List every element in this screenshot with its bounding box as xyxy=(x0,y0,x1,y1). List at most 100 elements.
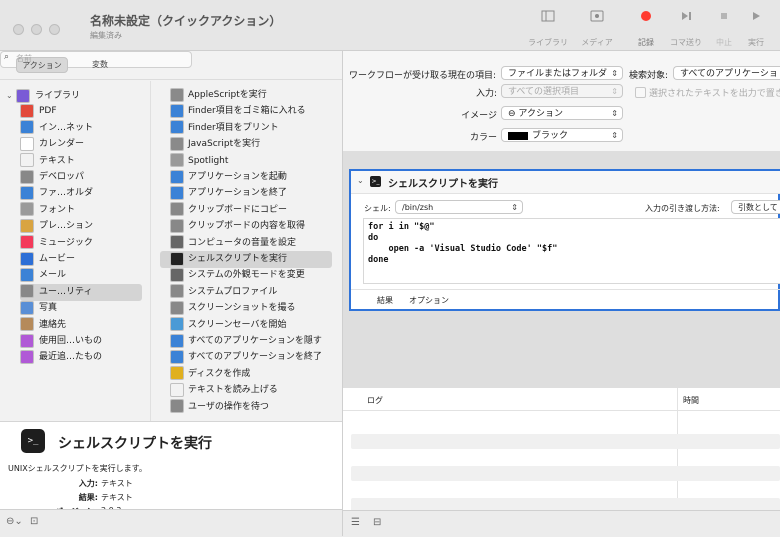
action-item[interactable]: すべてのアプリケーションを終了 xyxy=(160,349,332,366)
minimize-window-button[interactable] xyxy=(31,24,42,35)
log-header xyxy=(343,388,780,411)
script-text: for i in "$@" do open -a 'Visual Studio C… xyxy=(368,222,557,266)
log-column-header[interactable]: ログ xyxy=(367,395,383,406)
image-popup[interactable]: ⊖ アクション ⇕ xyxy=(501,106,623,120)
disclosure-icon[interactable]: ⌄ xyxy=(357,176,364,185)
record-toolbar-button[interactable]: 記録 xyxy=(624,10,668,48)
library-item[interactable]: PDF xyxy=(20,103,57,120)
library-item[interactable]: ユー…リティ xyxy=(20,283,142,301)
action-item[interactable]: アプリケーションを起動 xyxy=(160,169,332,186)
library-item[interactable]: メール xyxy=(20,267,66,284)
finder-icon xyxy=(170,103,184,118)
receives-label: ワークフローが受け取る現在の項目: xyxy=(349,71,497,81)
split-view-icon[interactable]: ⊟ xyxy=(373,517,381,528)
left-panel: アクション 変数 ⌕ 名前 ⌄ ライブラリ PDF イン…ネット カレンダー テキスト デベ… xyxy=(0,51,343,536)
action-item-label: ユーザの操作を待つ xyxy=(188,401,269,412)
action-item[interactable]: コンピュータの音量を設定 xyxy=(160,235,332,252)
action-item[interactable]: JavaScriptを実行 xyxy=(160,136,332,153)
input-popup[interactable]: すべての選択項目 ⇕ xyxy=(501,84,623,98)
chevron-updown-icon: ⇕ xyxy=(611,69,618,78)
music-icon xyxy=(20,235,34,250)
action-item[interactable]: クリップボードの内容を取得 xyxy=(160,218,332,235)
action-item[interactable]: シェルスクリプトを実行 xyxy=(160,251,332,268)
presentation-icon xyxy=(20,218,34,233)
shell-script-action[interactable]: ⌄ >_ シェルスクリプトを実行 シェル: /bin/zsh ⇕ 入力の引き渡し… xyxy=(349,169,780,311)
library-item-label: 写真 xyxy=(39,303,58,314)
action-menu-icon[interactable]: ⊖⌄ xyxy=(6,516,23,527)
action-item[interactable]: ユーザの操作を待つ xyxy=(160,399,332,416)
media-toolbar-button[interactable]: メディア xyxy=(575,10,619,48)
action-item[interactable]: テキストを読み上げる xyxy=(160,382,332,399)
pass-popup[interactable]: 引数として xyxy=(731,200,780,214)
run-toolbar-button[interactable]: 実行 xyxy=(735,10,777,48)
target-popup[interactable]: すべてのアプリケーショ xyxy=(673,66,780,80)
action-item[interactable]: システムプロファイル xyxy=(160,284,332,301)
library-item[interactable]: イン…ネット xyxy=(20,120,93,137)
library-item-label: 使用回…いもの xyxy=(39,336,103,346)
shell-label: シェル: xyxy=(364,204,391,213)
zoom-window-button[interactable] xyxy=(49,24,60,35)
action-item[interactable]: スクリーンセーバを開始 xyxy=(160,317,332,334)
action-item[interactable]: すべてのアプリケーションを隠す xyxy=(160,333,332,350)
shell-popup[interactable]: /bin/zsh ⇕ xyxy=(395,200,523,214)
action-item[interactable]: スクリーンショットを撮る xyxy=(160,300,332,317)
library-item[interactable]: ミュージック xyxy=(20,235,93,252)
search-icon: ⌕ xyxy=(4,52,10,62)
action-item[interactable]: ディスクを作成 xyxy=(160,366,332,383)
library-item[interactable]: 使用回…いもの xyxy=(20,333,102,350)
library-item[interactable]: プレ…ション xyxy=(20,218,93,235)
utilities-icon xyxy=(170,202,184,217)
library-item[interactable]: デベロッパ xyxy=(20,169,84,186)
library-item[interactable]: 写真 xyxy=(20,300,57,317)
close-window-button[interactable] xyxy=(13,24,24,35)
receives-value: ファイルまたはフォルダ xyxy=(508,69,608,79)
image-label: イメージ xyxy=(461,111,497,121)
photos-icon xyxy=(20,300,34,315)
action-item-label: Spotlight xyxy=(188,155,229,166)
action-item[interactable]: アプリケーションを終了 xyxy=(160,185,332,202)
receives-popup[interactable]: ファイルまたはフォルダ ⇕ xyxy=(501,66,623,80)
library-item[interactable]: テキスト xyxy=(20,153,75,170)
library-item[interactable]: ムービー xyxy=(20,251,75,268)
list-view-icon[interactable]: ☰ xyxy=(351,517,360,528)
library-item-label: 最近追…たもの xyxy=(39,352,103,363)
library-item-label: プレ…ション xyxy=(39,221,94,232)
action-item-label: ディスクを作成 xyxy=(188,368,251,379)
library-toolbar-button[interactable]: ライブラリ xyxy=(526,10,570,48)
pdf-icon xyxy=(20,103,34,118)
library-item-label: ユー…リティ xyxy=(39,286,93,297)
action-item-label: システムの外観モードを変更 xyxy=(188,270,305,281)
action-item-label: すべてのアプリケーションを終了 xyxy=(188,352,322,363)
library-item[interactable]: 連絡先 xyxy=(20,317,66,334)
library-item[interactable]: 最近追…たもの xyxy=(20,349,102,366)
tab-results[interactable]: 結果 xyxy=(377,295,393,306)
library-item-label: フォント xyxy=(39,204,76,215)
library-item-label: PDF xyxy=(39,106,57,117)
description-toggle-icon[interactable]: ⊡ xyxy=(30,516,38,527)
tab-options[interactable]: オプション xyxy=(409,295,449,306)
utilities-icon xyxy=(170,300,184,315)
library-item[interactable]: ファ…オルダ xyxy=(20,185,93,202)
action-item[interactable]: Finder項目をプリント xyxy=(160,120,332,137)
action-item[interactable]: AppleScriptを実行 xyxy=(160,87,332,104)
action-item[interactable]: クリップボードにコピー xyxy=(160,202,332,219)
script-editor[interactable]: for i in "$@" do open -a 'Visual Studio C… xyxy=(363,218,780,284)
screensaver-icon xyxy=(170,317,184,332)
library-item[interactable]: ⌄ ライブラリ xyxy=(6,87,80,104)
action-item[interactable]: Spotlight xyxy=(160,153,332,170)
left-bottom-bar: ⊖⌄ ⊡ xyxy=(0,509,342,537)
library-item[interactable]: フォント xyxy=(20,202,75,219)
action-item-label: テキストを読み上げる xyxy=(188,385,278,396)
run-label: 実行 xyxy=(748,38,764,47)
finder-icon xyxy=(170,333,184,348)
color-popup[interactable]: ブラック ⇕ xyxy=(501,128,623,142)
chevron-down-icon[interactable]: ⌄ xyxy=(6,87,16,104)
library-icon xyxy=(16,88,30,103)
library-item[interactable]: カレンダー xyxy=(20,136,84,153)
action-item[interactable]: システムの外観モードを変更 xyxy=(160,267,332,284)
time-column-header[interactable]: 時間 xyxy=(683,395,699,406)
action-item[interactable]: Finder項目をゴミ箱に入れる xyxy=(160,103,332,120)
replace-checkbox[interactable] xyxy=(635,87,646,98)
tab-variables[interactable]: 変数 xyxy=(80,57,120,73)
input-value: テキスト xyxy=(101,479,133,488)
